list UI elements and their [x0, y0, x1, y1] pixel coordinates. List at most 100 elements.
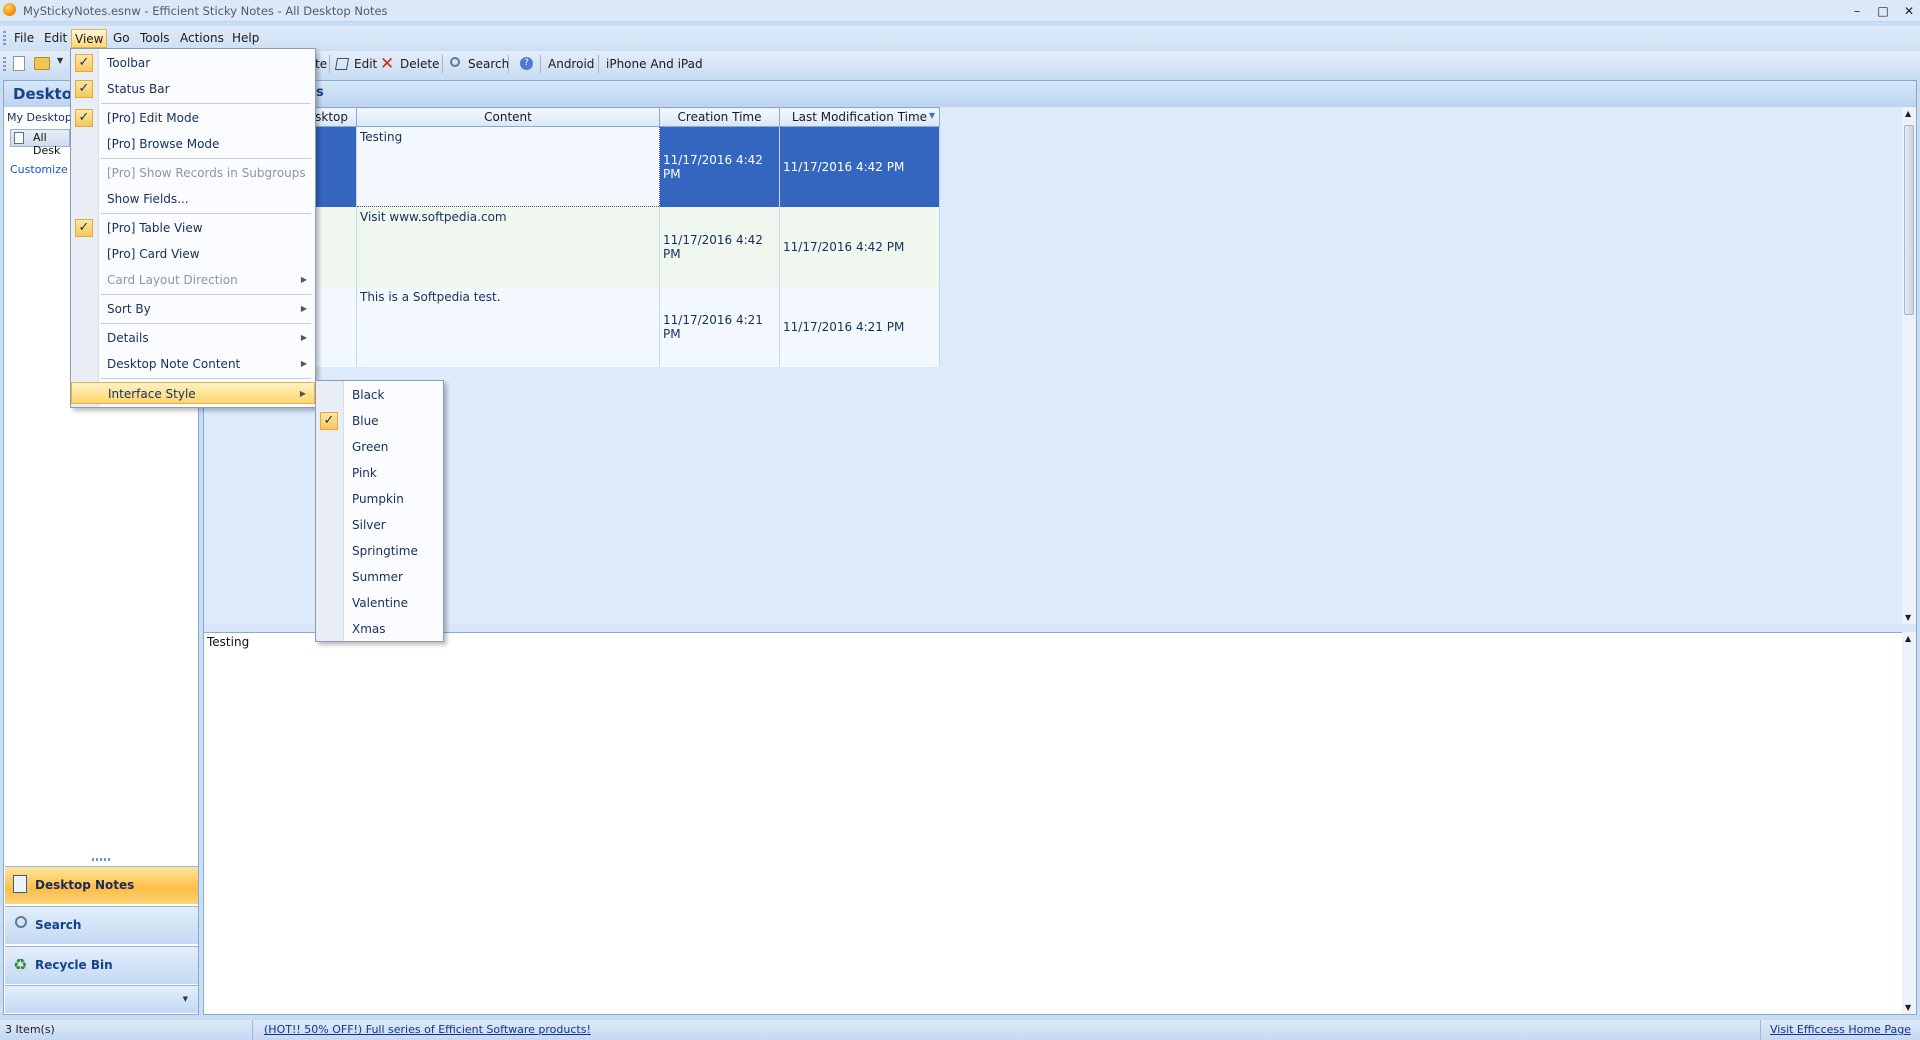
status-bar: 3 Item(s) (HOT!! 50% OFF!) Full series o…: [0, 1020, 1920, 1040]
menu-separator: [101, 378, 311, 379]
nav-search[interactable]: Search: [5, 906, 198, 944]
nav-desktop-notes[interactable]: Desktop Notes: [5, 866, 198, 904]
style-item-pink[interactable]: Pink: [316, 462, 443, 484]
chevron-down-icon[interactable]: ▼: [57, 56, 63, 65]
menu-item-table-view[interactable]: ✓ [Pro] Table View: [71, 217, 315, 239]
check-icon: ✓: [75, 219, 93, 237]
menu-go[interactable]: Go: [110, 29, 133, 48]
style-item-silver[interactable]: Silver: [316, 514, 443, 536]
content-cell: This is a Softpedia test.: [356, 286, 660, 367]
scroll-up-icon[interactable]: ▲: [1905, 109, 1911, 118]
customize-link[interactable]: Customize C: [10, 163, 79, 176]
menu-item-label: [Pro] Browse Mode: [107, 137, 220, 151]
recycle-bin-icon: ♻: [13, 955, 28, 974]
open-folder-icon[interactable]: [34, 57, 50, 70]
content-area: s sktop Content Creation Time Last Modif…: [203, 80, 1917, 1015]
creation-time-cell: 11/17/2016 4:42 PM: [659, 206, 780, 287]
close-button[interactable]: ✕: [1898, 2, 1920, 20]
menu-item-card-view[interactable]: [Pro] Card View: [71, 243, 315, 265]
nav-recycle-bin[interactable]: ♻ Recycle Bin: [5, 946, 198, 984]
menu-item-show-fields[interactable]: Show Fields...: [71, 188, 315, 210]
menu-item-label: Interface Style: [108, 387, 196, 401]
menu-item-status-bar[interactable]: ✓ Status Bar: [71, 78, 315, 100]
promo-link[interactable]: (HOT!! 50% OFF!) Full series of Efficien…: [264, 1023, 591, 1036]
new-file-icon[interactable]: [13, 56, 25, 71]
menu-item-desktop-note-content[interactable]: Desktop Note Content ▶: [71, 353, 315, 375]
vertical-scrollbar[interactable]: ▲ ▼: [1902, 107, 1916, 624]
menu-item-sort-by[interactable]: Sort By ▶: [71, 298, 315, 320]
status-separator: [1760, 1020, 1761, 1040]
sticky-note-icon: [13, 875, 27, 893]
notes-grid: sktop Content Creation Time Last Modific…: [204, 107, 1902, 624]
menu-item-interface-style[interactable]: Interface Style ▶: [71, 382, 315, 404]
content-header: s: [204, 81, 1916, 107]
menu-actions[interactable]: Actions: [177, 29, 227, 48]
toolbar-grip[interactable]: [3, 57, 6, 71]
menu-item-label: Show Fields...: [107, 192, 189, 206]
toolbar-separator: [598, 55, 599, 73]
android-button[interactable]: Android: [546, 54, 596, 74]
toolbar-separator: [442, 55, 443, 73]
menu-view[interactable]: View: [71, 29, 108, 48]
style-item-summer[interactable]: Summer: [316, 566, 443, 588]
style-item-blue[interactable]: ✓ Blue: [316, 410, 443, 432]
column-header-content[interactable]: Content: [356, 107, 660, 127]
menu-item-label: Card Layout Direction: [107, 273, 238, 287]
menu-item-label: [Pro] Show Records in Subgroups: [107, 166, 306, 180]
preview-scrollbar[interactable]: ▲ ▼: [1902, 632, 1916, 1014]
delete-button[interactable]: Delete: [398, 54, 441, 74]
creation-time-cell: 11/17/2016 4:21 PM: [659, 286, 780, 367]
tree-item-all-desktop-notes[interactable]: All Desk: [10, 129, 70, 157]
menu-item-label: Details: [107, 331, 149, 345]
menu-separator: [101, 294, 311, 295]
menu-item-label: [Pro] Table View: [107, 221, 203, 235]
menu-item-details[interactable]: Details ▶: [71, 327, 315, 349]
menu-edit[interactable]: Edit: [41, 29, 70, 48]
style-item-springtime[interactable]: Springtime: [316, 540, 443, 562]
splitter[interactable]: [204, 624, 1916, 632]
scroll-down-icon[interactable]: ▼: [1905, 613, 1911, 622]
nav-overflow-bar[interactable]: ▼: [5, 985, 198, 1013]
iphone-ipad-button[interactable]: iPhone And iPad: [604, 54, 705, 74]
content-title: s: [316, 85, 324, 100]
chevron-down-icon[interactable]: ▼: [183, 995, 188, 1003]
home-page-link[interactable]: Visit Efficcess Home Page: [1770, 1023, 1911, 1036]
style-item-valentine[interactable]: Valentine: [316, 592, 443, 614]
menu-bar: File Edit View Go Tools Actions Help: [0, 26, 1920, 50]
scroll-down-icon[interactable]: ▼: [1905, 1003, 1911, 1012]
note-icon: [14, 132, 24, 144]
style-item-xmas[interactable]: Xmas: [316, 618, 443, 640]
item-count: 3 Item(s): [5, 1023, 55, 1036]
menu-help[interactable]: Help: [229, 29, 262, 48]
column-header-creation-time[interactable]: Creation Time: [659, 107, 780, 127]
search-button[interactable]: Search: [466, 54, 511, 74]
minimize-button[interactable]: –: [1846, 2, 1868, 20]
menu-item-browse-mode[interactable]: [Pro] Browse Mode: [71, 133, 315, 155]
search-icon: [450, 57, 460, 67]
app-icon[interactable]: [3, 3, 16, 16]
menu-item-toolbar[interactable]: ✓ Toolbar: [71, 52, 315, 74]
nav-label: Recycle Bin: [35, 958, 113, 972]
splitter-grip[interactable]: [92, 858, 112, 861]
style-item-black[interactable]: Black: [316, 384, 443, 406]
nav-label: Desktop Notes: [35, 878, 135, 892]
status-separator: [252, 1020, 253, 1040]
column-header-last-modification-time[interactable]: Last Modification Time ▼: [779, 107, 940, 127]
menu-item-show-records-in-subgroups: [Pro] Show Records in Subgroups: [71, 162, 315, 184]
check-icon: ✓: [75, 54, 93, 72]
style-item-pumpkin[interactable]: Pumpkin: [316, 488, 443, 510]
style-item-green[interactable]: Green: [316, 436, 443, 458]
help-icon[interactable]: ?: [520, 57, 533, 70]
menu-item-edit-mode[interactable]: ✓ [Pro] Edit Mode: [71, 107, 315, 129]
maximize-button[interactable]: □: [1872, 2, 1894, 20]
delete-icon: ✕: [380, 54, 395, 74]
menubar-grip[interactable]: [3, 31, 6, 45]
edit-button[interactable]: Edit: [352, 54, 379, 74]
scrollbar-thumb[interactable]: [1904, 125, 1914, 315]
check-icon: ✓: [75, 80, 93, 98]
note-preview[interactable]: Testing: [204, 632, 1902, 1014]
menu-tools[interactable]: Tools: [137, 29, 173, 48]
tree-item-label: All Desk: [33, 131, 61, 157]
scroll-up-icon[interactable]: ▲: [1905, 634, 1911, 643]
menu-file[interactable]: File: [11, 29, 37, 48]
